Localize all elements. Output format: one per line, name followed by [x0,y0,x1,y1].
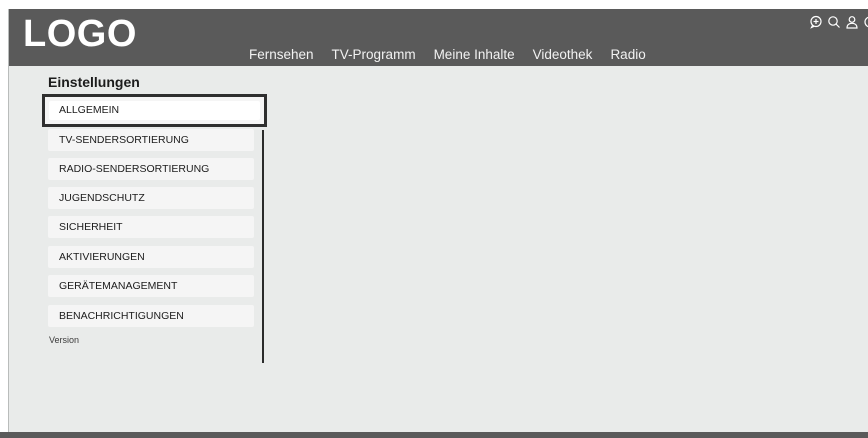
settings-icon[interactable] [863,15,868,29]
settings-item-sicherheit[interactable]: SICHERHEIT [48,216,254,238]
search-icon[interactable] [827,15,841,29]
settings-item-benachrichtigungen[interactable]: BENACHRICHTIGUNGEN [48,305,254,327]
logo[interactable]: LOGO [23,13,137,56]
app-frame: LOGO Fernsehen TV-Programm Meine Inhalte… [8,9,868,438]
settings-item-aktivierungen[interactable]: AKTIVIERUNGEN [48,246,254,268]
settings-item-geraetemanagement[interactable]: GERÄTEMANAGEMENT [48,275,254,297]
nav-fernsehen[interactable]: Fernsehen [249,47,314,62]
nav-radio[interactable]: Radio [610,47,645,62]
settings-item-allgemein[interactable]: ALLGEMEIN [42,94,267,127]
header-icons [809,15,868,29]
main-nav: Fernsehen TV-Programm Meine Inhalte Vide… [249,47,664,62]
nav-videothek[interactable]: Videothek [533,47,593,62]
version-label: Version [49,335,80,345]
menu-divider [262,130,264,363]
top-header: LOGO Fernsehen TV-Programm Meine Inhalte… [9,9,868,66]
user-icon[interactable] [845,15,859,29]
settings-item-label: ALLGEMEIN [49,101,260,120]
nav-tv-programm[interactable]: TV-Programm [332,47,416,62]
settings-title: Einstellungen [48,74,140,90]
settings-item-radio-sendersortierung[interactable]: RADIO-SENDERSORTIERUNG [48,158,254,180]
add-chat-icon[interactable] [809,15,823,29]
bottom-bar [0,432,868,438]
settings-item-tv-sendersortierung[interactable]: TV-SENDERSORTIERUNG [48,129,254,151]
nav-meine-inhalte[interactable]: Meine Inhalte [434,47,515,62]
settings-item-jugendschutz[interactable]: JUGENDSCHUTZ [48,187,254,209]
